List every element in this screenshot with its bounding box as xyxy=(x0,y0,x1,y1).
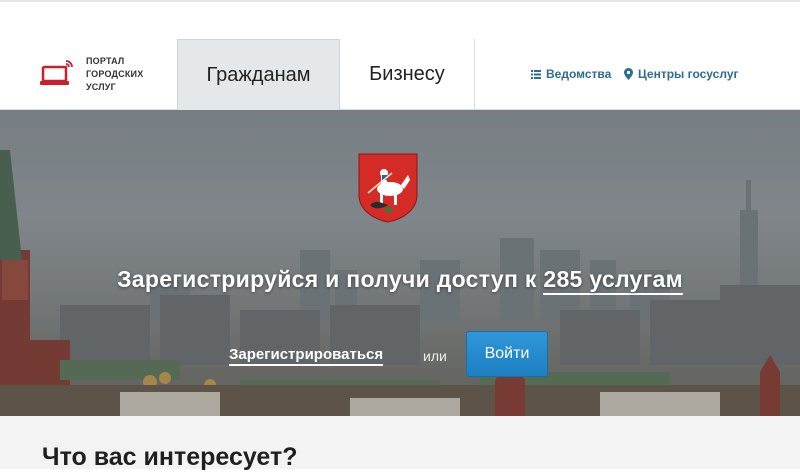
moscow-coat-of-arms-icon xyxy=(358,153,418,223)
hero-headline-text: Зарегистрируйся и получи доступ к xyxy=(117,266,544,292)
portal-logo[interactable]: ПОРТАЛ ГОРОДСКИХ УСЛУГ xyxy=(40,55,180,99)
service-centers-link-label: Центры госуслуг xyxy=(638,67,739,81)
site-header: ПОРТАЛ ГОРОДСКИХ УСЛУГ Гражданам Бизнесу… xyxy=(0,0,800,110)
or-separator: или xyxy=(423,348,447,364)
logo-line-3: УСЛУГ xyxy=(86,82,116,92)
service-centers-link[interactable]: Центры госуслуг xyxy=(624,67,739,81)
departments-link[interactable]: Ведомства xyxy=(531,67,611,81)
top-divider xyxy=(0,0,800,2)
laptop-signal-icon xyxy=(40,60,73,85)
logo-text: ПОРТАЛ ГОРОДСКИХ УСЛУГ xyxy=(86,55,166,94)
tab-citizens[interactable]: Гражданам xyxy=(177,39,340,110)
departments-link-label: Ведомства xyxy=(546,67,612,81)
register-link[interactable]: Зарегистрироваться xyxy=(229,346,384,366)
logo-line-2: ГОРОДСКИХ xyxy=(86,69,144,79)
login-button[interactable]: Войти xyxy=(466,331,548,377)
section-title: Что вас интересует? xyxy=(42,443,298,471)
services-count-link[interactable]: 285 услугам xyxy=(543,266,683,295)
logo-line-1: ПОРТАЛ xyxy=(86,56,125,66)
hero-headline: Зарегистрируйся и получи доступ к 285 ус… xyxy=(0,266,800,295)
tab-business[interactable]: Бизнесу xyxy=(340,39,475,110)
map-pin-icon xyxy=(624,68,633,80)
list-icon xyxy=(531,69,541,79)
interests-section: Что вас интересует? xyxy=(0,416,800,471)
hero-banner: Зарегистрируйся и получи доступ к 285 ус… xyxy=(0,110,800,416)
